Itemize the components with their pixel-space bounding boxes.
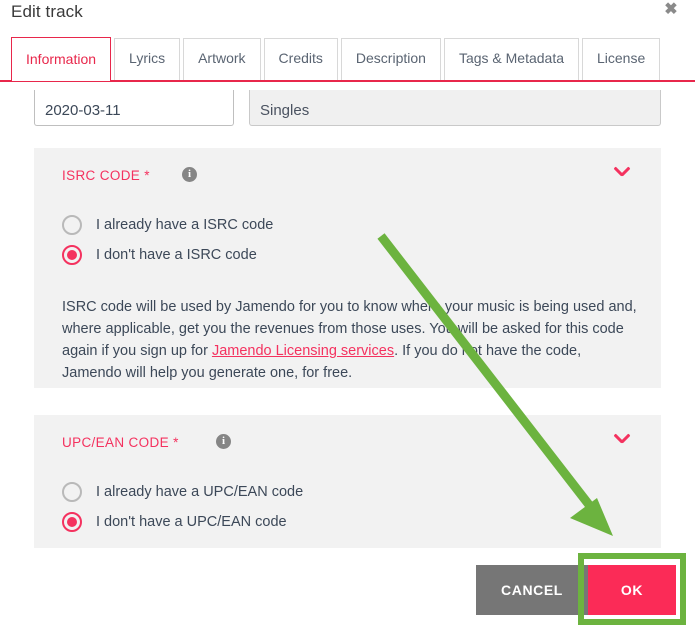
tab-label: License [597,50,646,66]
upc-ean-section-label: UPC/EAN CODE * [62,435,179,450]
tab-list: Information Lyrics Artwork Credits Descr… [11,37,663,81]
tab-bar: Information Lyrics Artwork Credits Descr… [0,36,695,82]
radio-icon-selected[interactable] [62,245,82,265]
page-title: Edit track [11,2,83,21]
radio-icon[interactable] [62,215,82,235]
info-icon[interactable]: i [216,434,231,449]
chevron-down-icon[interactable] [613,164,635,186]
tab-label: Credits [278,50,323,66]
modal-header: Edit track ✖ [0,0,695,36]
release-date-input[interactable] [34,90,234,126]
tab-label: Information [26,51,97,67]
upc-ean-option-dont-have[interactable]: I don't have a UPC/EAN code [62,507,303,537]
tab-label: Description [355,50,426,66]
tab-label: Tags & Metadata [458,50,564,66]
form-row-release [0,90,695,128]
radio-label: I don't have a UPC/EAN code [96,514,287,530]
radio-label: I don't have a ISRC code [96,247,257,263]
cancel-button[interactable]: CANCEL [476,565,588,615]
info-icon[interactable]: i [182,167,197,182]
tab-lyrics[interactable]: Lyrics [114,38,181,80]
isrc-radio-group: I already have a ISRC code I don't have … [62,210,273,270]
tab-label: Artwork [198,50,246,66]
isrc-section-header[interactable]: ISRC CODE * i [34,148,661,204]
close-icon[interactable]: ✖ [663,2,679,18]
upc-ean-radio-group: I already have a UPC/EAN code I don't ha… [62,477,303,537]
ok-button[interactable]: OK [588,565,676,615]
isrc-section: ISRC CODE * i I already have a ISRC code… [34,148,661,388]
tab-tags-metadata[interactable]: Tags & Metadata [443,38,579,80]
tab-description[interactable]: Description [340,38,441,80]
isrc-help-text: ISRC code will be used by Jamendo for yo… [62,296,637,384]
tab-credits[interactable]: Credits [263,38,338,80]
tab-information[interactable]: Information [11,37,112,81]
chevron-down-icon[interactable] [613,431,635,453]
isrc-section-label: ISRC CODE * [62,168,150,183]
upc-ean-option-have[interactable]: I already have a UPC/EAN code [62,477,303,507]
radio-label: I already have a ISRC code [96,217,274,233]
isrc-option-dont-have[interactable]: I don't have a ISRC code [62,240,273,270]
jamendo-licensing-services-link[interactable]: Jamendo Licensing services [212,343,394,359]
radio-icon-selected[interactable] [62,512,82,532]
tab-license[interactable]: License [582,38,661,80]
tab-label: Lyrics [129,50,166,66]
upc-ean-section-header[interactable]: UPC/EAN CODE * i [34,415,661,471]
upc-ean-section: UPC/EAN CODE * i I already have a UPC/EA… [34,415,661,548]
isrc-option-have[interactable]: I already have a ISRC code [62,210,273,240]
tab-artwork[interactable]: Artwork [183,38,261,80]
album-input[interactable] [249,90,661,126]
radio-label: I already have a UPC/EAN code [96,484,304,500]
radio-icon[interactable] [62,482,82,502]
